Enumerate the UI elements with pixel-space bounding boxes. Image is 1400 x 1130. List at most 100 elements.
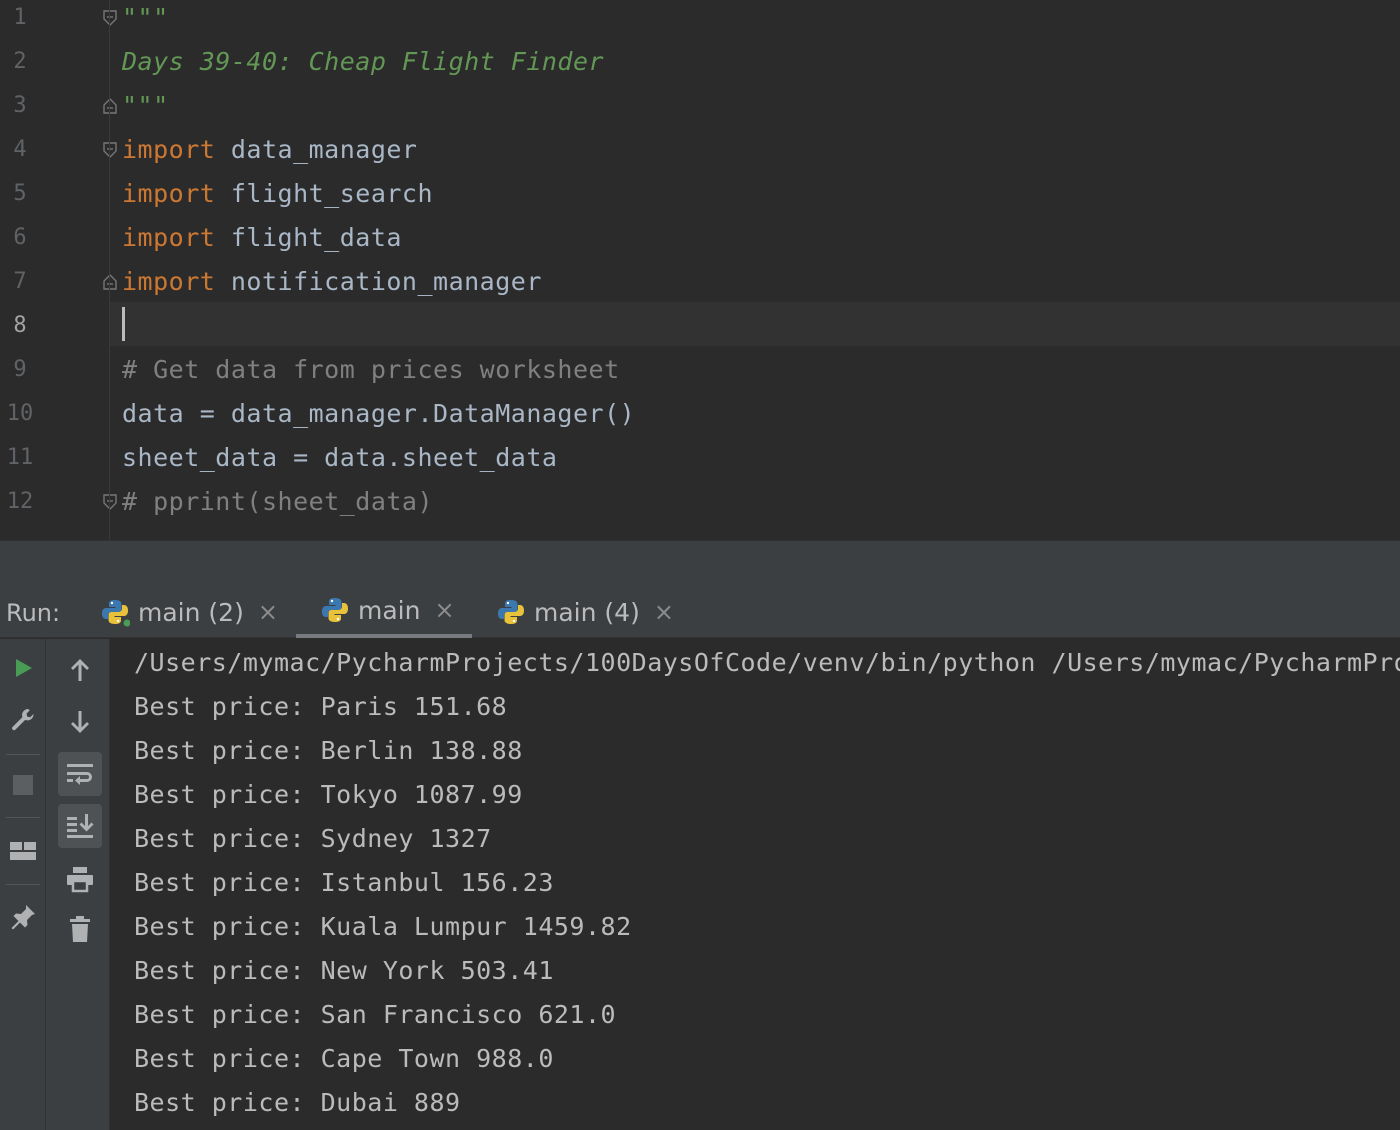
close-icon[interactable]: × <box>654 598 674 626</box>
console-output-line: Best price: Kuala Lumpur 1459.82 <box>134 912 632 941</box>
text-caret <box>122 307 125 341</box>
fold-marker-icon[interactable] <box>102 98 118 114</box>
next-occurrence-button[interactable] <box>58 700 102 744</box>
arrow-up-icon <box>71 659 89 681</box>
run-tab-main-4[interactable]: main (4) × <box>496 586 674 638</box>
line-number: 6 <box>13 225 27 250</box>
run-tab-label: main (2) <box>138 597 244 627</box>
line-number: 12 <box>6 489 34 514</box>
code-line[interactable]: sheet_data = data.sheet_data <box>122 436 557 480</box>
code-line[interactable]: data = data_manager.DataManager() <box>122 392 635 436</box>
code-line[interactable]: import data_manager <box>122 128 417 172</box>
console-output-line: Best price: New York 503.41 <box>134 956 554 985</box>
pin-icon <box>11 905 35 930</box>
fold-marker-icon[interactable] <box>102 142 118 158</box>
code-token: # pprint(sheet_data) <box>122 487 434 516</box>
console-output-line: Best price: San Francisco 621.0 <box>134 1000 617 1029</box>
code-line[interactable]: """ <box>122 0 169 40</box>
run-tab-label: main <box>358 595 421 625</box>
code-editor[interactable]: 1 2 3 4 5 6 7 8 9 10 11 12 """ Days 39-40: Cheap Fli… <box>0 0 1400 540</box>
current-line-highlight <box>110 302 1400 346</box>
print-button[interactable] <box>58 857 102 901</box>
run-tab-label: main (4) <box>534 597 640 627</box>
trash-icon <box>70 916 90 942</box>
pin-tab-button[interactable] <box>1 895 45 939</box>
wrench-icon <box>12 709 34 731</box>
arrow-down-icon <box>71 711 89 733</box>
code-line[interactable]: import flight_data <box>122 216 402 260</box>
console-command-line: /Users/mymac/PycharmProjects/100DaysOfCo… <box>134 648 1400 677</box>
console-output-line: Best price: Paris 151.68 <box>134 692 508 721</box>
close-icon[interactable]: × <box>258 598 278 626</box>
run-icon <box>16 659 32 677</box>
code-token: flight_data <box>215 223 402 252</box>
editor-run-splitter[interactable] <box>0 540 1400 586</box>
console-output-line: Best price: Dubai 889 <box>134 1088 461 1117</box>
run-label: Run: <box>6 599 61 627</box>
line-number: 5 <box>13 181 27 206</box>
scroll-to-end-button[interactable] <box>58 804 102 848</box>
soft-wrap-button[interactable] <box>58 752 102 796</box>
line-number: 11 <box>6 445 34 470</box>
code-line[interactable]: # Get data from prices worksheet <box>122 348 620 392</box>
code-line[interactable]: import notification_manager <box>122 260 542 304</box>
python-icon <box>100 597 131 627</box>
run-tool-window-header: Run: main (2) × main × main (4) × <box>0 586 1400 638</box>
code-token: data_manager <box>215 135 418 164</box>
console-output-line: Best price: Tokyo 1087.99 <box>134 780 523 809</box>
stop-button[interactable] <box>1 763 45 807</box>
code-token: Days 39-40: Cheap Flight Finder <box>122 47 605 76</box>
soft-wrap-icon <box>67 764 93 785</box>
python-icon <box>320 595 350 625</box>
run-tab-main[interactable]: main × <box>296 586 472 638</box>
fold-marker-icon[interactable] <box>102 10 118 26</box>
code-token: import <box>122 267 216 296</box>
run-tab-main-2[interactable]: main (2) × <box>100 586 278 638</box>
code-token: data = data_manager.DataManager() <box>122 399 636 428</box>
code-token: import <box>122 135 216 164</box>
console-output-line: Best price: Cape Town 988.0 <box>134 1044 554 1073</box>
line-number-gutter: 1 2 3 4 5 6 7 8 9 10 11 12 <box>0 0 117 540</box>
code-line[interactable]: # pprint(sheet_data) <box>122 480 433 524</box>
restore-layout-button[interactable] <box>1 829 45 873</box>
code-token: """ <box>122 3 169 32</box>
fold-marker-icon[interactable] <box>102 494 118 510</box>
print-icon <box>67 867 93 893</box>
line-number: 2 <box>13 49 27 74</box>
clear-all-button[interactable] <box>58 907 102 951</box>
console-output-line: Best price: Sydney 1327 <box>134 824 492 853</box>
python-icon <box>496 597 526 627</box>
line-number: 7 <box>13 269 27 294</box>
scroll-to-end-icon <box>67 814 94 838</box>
code-token: sheet_data = data.sheet_data <box>122 443 558 472</box>
console-output-line: Best price: Berlin 138.88 <box>134 736 523 765</box>
line-number: 4 <box>13 137 27 162</box>
code-token: # Get data from prices worksheet <box>122 355 620 384</box>
code-line[interactable]: Days 39-40: Cheap Flight Finder <box>122 40 604 84</box>
toolbar-separator <box>6 884 40 885</box>
code-line[interactable]: import flight_search <box>122 172 433 216</box>
previous-occurrence-button[interactable] <box>58 648 102 692</box>
rerun-button[interactable] <box>1 646 45 690</box>
layout-icon <box>10 842 36 860</box>
console-output-line: Best price: Istanbul 156.23 <box>134 868 554 897</box>
edit-configuration-button[interactable] <box>1 698 45 742</box>
code-token: import <box>122 179 216 208</box>
line-number: 8 <box>13 313 27 338</box>
line-number: 3 <box>13 93 27 118</box>
indent-guide <box>109 0 110 540</box>
toolbar-separator <box>6 754 40 755</box>
line-number: 1 <box>13 5 27 30</box>
line-number: 10 <box>6 401 34 426</box>
console-toolbar <box>46 639 110 1130</box>
code-token: notification_manager <box>215 267 542 296</box>
stop-icon <box>13 775 33 795</box>
run-side-toolbar <box>0 639 46 1130</box>
code-line[interactable]: """ <box>122 84 169 128</box>
toolbar-separator <box>6 817 40 818</box>
code-token: flight_search <box>215 179 434 208</box>
close-icon[interactable]: × <box>434 596 454 624</box>
fold-marker-icon[interactable] <box>102 274 118 290</box>
line-number: 9 <box>13 357 27 382</box>
run-console-output[interactable]: /Users/mymac/PycharmProjects/100DaysOfCo… <box>110 639 1400 1130</box>
